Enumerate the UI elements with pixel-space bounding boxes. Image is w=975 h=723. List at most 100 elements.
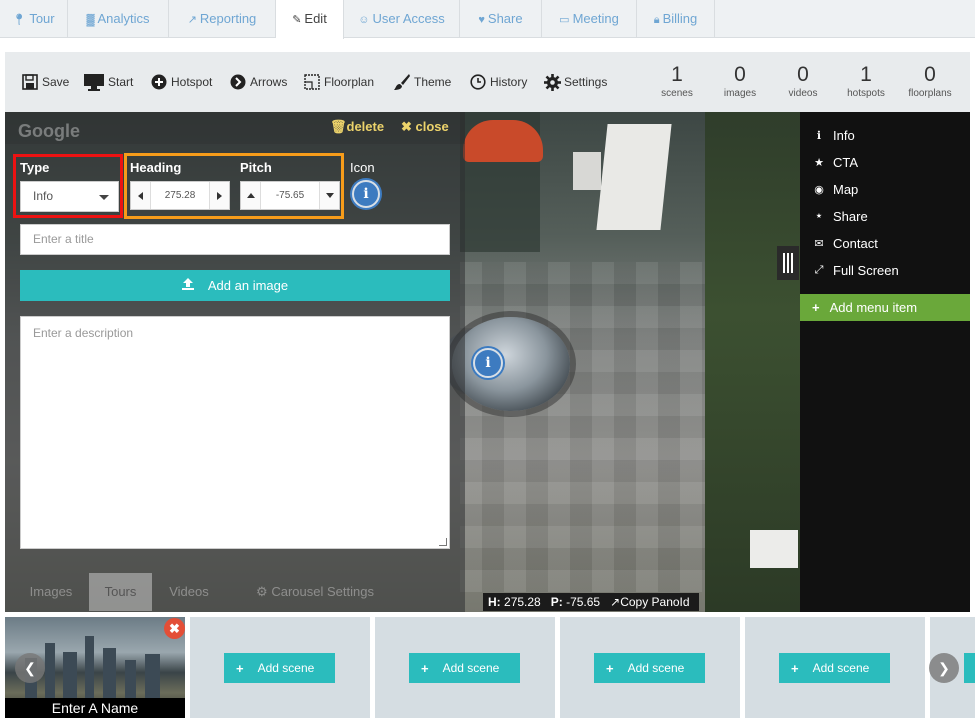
panorama-scenery [463,120,543,162]
map-marker-icon: 📍︎ [12,14,27,26]
upload-icon [181,278,194,293]
menu-item-cta[interactable]: ★ CTA [812,153,858,171]
heading-stepper[interactable]: 275.28 [130,181,230,210]
remove-scene-button[interactable]: ✖ [164,618,185,639]
hotspot-button[interactable]: Hotspot [150,70,212,94]
envelope-icon: ✉ [814,237,824,250]
carousel-settings-button[interactable]: ⚙ Carousel Settings [255,573,375,611]
arrows-button[interactable]: Arrows [229,70,287,94]
pitch-decrease-button[interactable] [319,182,339,209]
menu-item-contact[interactable]: ✉ Contact [812,234,877,252]
carousel-prev-button[interactable]: ❮ [15,653,45,683]
tab-billing[interactable]: 🔒︎ Billing [637,0,715,38]
resize-handle-icon[interactable] [439,538,447,546]
add-image-button[interactable]: Add an image [20,270,450,301]
menu-item-share[interactable]: ⭑ Share [812,207,868,225]
gear-icon: ⚙ [256,584,272,599]
trash-icon: 🗑︎ [330,119,347,134]
scene-name[interactable]: Enter A Name [5,698,185,718]
plus-icon: + [236,660,244,676]
caret-up-icon [246,193,255,198]
panorama-scenery [573,152,601,190]
thumbnail-scenery [125,660,136,698]
lock-icon: 🔒︎ [653,14,660,26]
delete-button[interactable]: 🗑︎delete [330,119,384,135]
thumbnail-scenery [45,643,55,698]
stat-floorplans: 0 floorplans [908,63,952,99]
add-scene-button[interactable]: + Add scene [409,653,520,683]
tab-edit[interactable]: ✎ Edit [276,0,344,39]
close-icon: ✖ [401,119,416,134]
info-icon: ℹ [816,129,822,142]
hotspot-icon-picker[interactable]: i [352,180,380,208]
tab-reporting[interactable]: ↗ Reporting [169,0,276,38]
tab-meeting[interactable]: ▭ Meeting [542,0,637,38]
description-textarea[interactable]: Enter a description [20,316,450,549]
star-icon: ★ [814,156,824,169]
thumbnail-scenery [85,636,94,698]
heading-increase-button[interactable] [209,182,229,209]
share-icon: ⭑ [816,209,822,222]
expand-icon: ⤢ [814,263,824,276]
title-input[interactable]: Enter a title [20,224,450,255]
caret-left-icon [138,191,143,200]
heading-value[interactable]: 275.28 [151,182,209,209]
chevron-left-icon: ❮ [24,660,36,676]
tab-images[interactable]: Images [17,573,85,611]
theme-button[interactable]: Theme [393,70,451,94]
tab-videos[interactable]: Videos [155,573,223,611]
add-scene-button[interactable] [964,653,975,683]
add-scene-button[interactable]: + Add scene [594,653,705,683]
panorama-scenery [452,317,570,411]
menu-item-full-screen[interactable]: ⤢ Full Screen [812,261,899,279]
tour-menu-panel: ℹ Info ★ CTA ◉ Map ⭑ Share ✉ Contact ⤢ Full Sc… [800,112,970,612]
pitch-value[interactable]: -75.65 [261,182,319,209]
bar-chart-icon: ▓ [86,14,95,26]
panorama-hotspot[interactable]: i [473,348,503,378]
menu-item-info[interactable]: ℹ Info [812,126,855,144]
stat-videos: 0 videos [788,63,818,99]
carousel-next-button[interactable]: ❯ [929,653,959,683]
pitch-stepper[interactable]: -75.65 [240,181,340,210]
floorplan-button[interactable]: Floorplan [303,70,374,94]
monitor-icon: ▭ [559,14,570,26]
tab-analytics[interactable]: ▓ Analytics [68,0,169,38]
plus-icon: + [606,660,614,676]
save-button[interactable]: Save [21,70,69,94]
scene-slot: + Add scene [560,617,740,718]
tab-tour[interactable]: 📍︎ Tour [0,0,68,38]
stat-images: 0 images [723,63,757,99]
stat-hotspots: 1 hotspots [847,63,885,99]
tab-share[interactable]: ♥ Share [460,0,542,38]
type-select[interactable]: Info [20,181,119,212]
tab-tours[interactable]: Tours [89,573,152,611]
add-scene-button[interactable]: + Add scene [224,653,335,683]
panorama-scenery [596,124,672,230]
google-watermark: Google [18,121,80,141]
pitch-increase-button[interactable] [241,182,261,209]
tab-user-access[interactable]: ☺ User Access [344,0,460,38]
scene-slot: + Add scene [190,617,370,718]
menu-item-map[interactable]: ◉ Map [812,180,858,198]
heading-label: Heading [130,160,182,175]
icon-label: Icon [350,160,375,175]
start-button[interactable]: Start [83,70,133,94]
plus-icon: + [791,660,799,676]
heading-decrease-button[interactable] [131,182,151,209]
map-marker-icon: ◉ [814,183,824,196]
history-button[interactable]: History [469,70,527,94]
top-tab-bar: 📍︎ Tour ▓ Analytics ↗ Reporting ✎ Edit ☺ User… [0,0,975,39]
thumbnail-scenery [103,648,116,698]
caret-down-icon [99,195,109,200]
settings-button[interactable]: Settings [543,70,607,94]
close-button[interactable]: ✖ close [401,119,449,135]
copy-panoid-button[interactable]: ↗Copy PanoId [610,595,689,609]
menu-drag-handle[interactable] [777,246,799,280]
external-link-icon: ↗ [610,595,621,609]
scene-carousel: Enter A Name + Add scene + Add scene + Add … [0,612,975,723]
chevron-circle-right-icon [229,73,247,91]
heart-icon: ♥ [478,14,485,26]
add-menu-item-button[interactable]: + Add menu item [800,294,970,321]
add-scene-button[interactable]: + Add scene [779,653,890,683]
pitch-label: Pitch [240,160,272,175]
